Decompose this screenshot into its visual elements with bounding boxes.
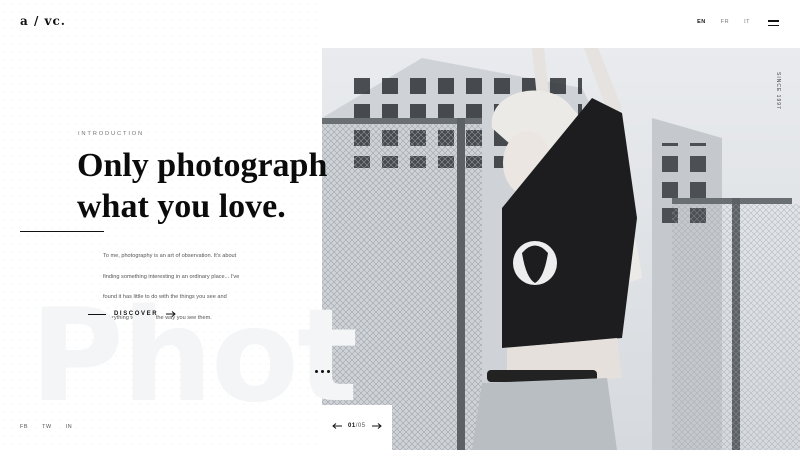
logo[interactable]: a / vc. [20,14,66,28]
arrow-right-icon [166,311,176,317]
hamburger-menu-icon[interactable] [768,20,779,26]
arrow-left-icon[interactable] [332,423,342,429]
social-links: FB TW IN [20,424,72,430]
more-dots-icon[interactable] [315,370,330,373]
slide-current: 01 [348,423,356,429]
social-tw[interactable]: TW [42,424,52,430]
hero-photo [322,48,800,450]
lang-fr[interactable]: FR [721,19,729,25]
lang-it[interactable]: IT [744,19,750,25]
since-label: SINCE 1997 [775,72,781,110]
divider-line [20,231,104,232]
arrow-right-icon[interactable] [372,423,382,429]
slide-pager: 01/05 [322,405,392,450]
slide-counter: 01/05 [348,423,366,429]
discover-line [88,313,106,315]
discover-label: DISCOVER [114,311,159,317]
language-switcher: EN FR IT [697,19,750,25]
slide-total: 05 [357,423,366,429]
hero-headline: Only photograph what you love. [77,147,328,225]
lang-en[interactable]: EN [697,19,706,25]
background-watermark-word: Phot [30,282,358,431]
section-eyebrow: INTRODUCTION [78,131,145,137]
social-fb[interactable]: FB [20,424,28,430]
discover-button[interactable]: DISCOVER [88,311,176,317]
social-in[interactable]: IN [66,424,73,430]
